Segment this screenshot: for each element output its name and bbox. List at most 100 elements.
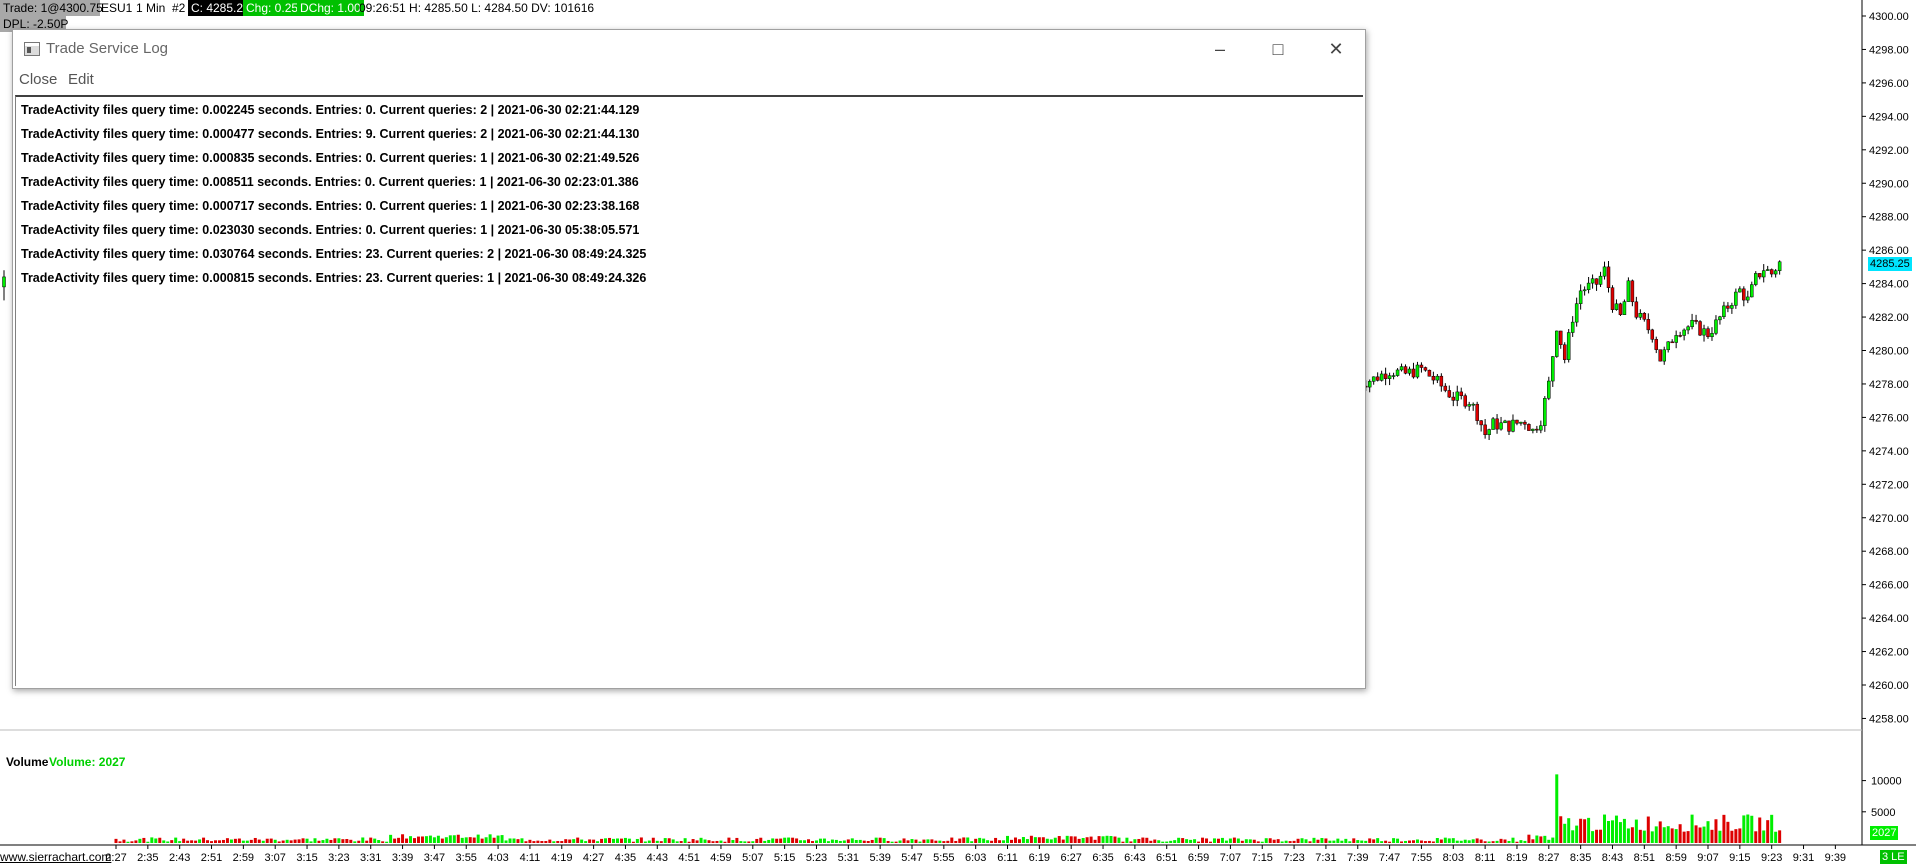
- time-tick-label: 6:19: [1029, 852, 1050, 864]
- volume-bar: [1415, 839, 1419, 843]
- volume-bar: [1352, 838, 1356, 843]
- volume-bar: [1634, 819, 1638, 843]
- current-volume-badge: 2027: [1870, 826, 1899, 840]
- volume-bar: [1013, 837, 1017, 843]
- price-tick-label: 4290.00: [1869, 178, 1909, 190]
- time-tick-label: 5:07: [742, 852, 763, 864]
- time-tick-label: 5:31: [838, 852, 859, 864]
- volume-bar: [1710, 829, 1714, 843]
- volume-value: Volume: 2027: [49, 755, 126, 769]
- volume-bar: [1471, 839, 1475, 843]
- volume-bar: [1487, 841, 1491, 843]
- time-tick-label: 3:47: [424, 852, 445, 864]
- volume-bar: [659, 841, 663, 843]
- candle-body: [1634, 301, 1639, 318]
- volume-bar: [1141, 837, 1145, 843]
- time-tick-label: 4:43: [647, 852, 668, 864]
- volume-bar: [166, 841, 170, 843]
- candle-body: [1543, 398, 1547, 426]
- menu-close[interactable]: Close: [19, 71, 57, 88]
- volume-bar: [842, 840, 846, 843]
- volume-bar: [759, 837, 763, 843]
- volume-bar: [210, 841, 214, 843]
- candle-body: [1622, 301, 1627, 315]
- volume-bar: [568, 839, 572, 843]
- volume-bar: [225, 838, 229, 843]
- volume-bar: [870, 839, 874, 843]
- time-tick-label: 4:19: [551, 852, 572, 864]
- volume-bar: [241, 840, 245, 843]
- volume-bar: [1053, 837, 1057, 843]
- candle-body: [1754, 273, 1758, 285]
- time-tick-label: 3:15: [296, 852, 317, 864]
- time-tick-label: 6:11: [997, 852, 1018, 864]
- candle-body: [1642, 313, 1647, 320]
- candle-body: [1730, 305, 1734, 309]
- volume-bar: [1766, 820, 1770, 843]
- close-window-button[interactable]: ✕: [1307, 30, 1365, 68]
- volume-bar: [178, 841, 182, 843]
- volume-bar: [1400, 841, 1404, 843]
- volume-bar: [799, 840, 803, 843]
- volume-bar: [285, 839, 289, 843]
- candle-body: [1447, 390, 1452, 398]
- candle-body: [1750, 284, 1754, 298]
- volume-bar: [1467, 840, 1471, 843]
- chart-number-label: #2: [172, 1, 186, 15]
- volume-bar: [771, 838, 775, 843]
- volume-bar: [1614, 815, 1618, 843]
- volume-bar: [803, 840, 807, 843]
- candle-body: [1371, 376, 1376, 382]
- volume-bar: [922, 839, 926, 843]
- time-tick-label: 9:31: [1793, 852, 1814, 864]
- volume-bar: [1567, 818, 1571, 843]
- volume-bar: [329, 839, 333, 843]
- volume-bar: [1762, 830, 1766, 843]
- candle-body: [1439, 375, 1444, 387]
- candle-body: [1658, 349, 1662, 362]
- volume-bar: [795, 838, 799, 843]
- menu-edit[interactable]: Edit: [68, 71, 94, 88]
- title-bar[interactable]: Trade Service Log – □ ✕: [13, 30, 1365, 68]
- candle-body: [1495, 418, 1499, 430]
- website-link[interactable]: www.sierrachart.com: [0, 850, 111, 864]
- candle-body: [1491, 418, 1495, 430]
- volume-bar: [428, 835, 432, 843]
- volume-bar: [217, 840, 221, 843]
- volume-bar: [1097, 836, 1101, 843]
- candle-body: [1662, 349, 1666, 362]
- volume-bar: [1607, 820, 1610, 843]
- volume-bar: [1551, 837, 1555, 843]
- log-line: TradeActivity files query time: 0.002245…: [21, 103, 640, 117]
- volume-bar: [1268, 838, 1272, 843]
- volume-bar: [818, 838, 822, 843]
- volume-bar: [1388, 841, 1392, 843]
- log-text-area[interactable]: TradeActivity files query time: 0.002245…: [15, 95, 1363, 686]
- volume-bar: [807, 839, 811, 843]
- volume-bar: [1216, 838, 1220, 843]
- volume-bar: [711, 841, 715, 843]
- volume-bar: [1324, 838, 1328, 843]
- minimize-button[interactable]: –: [1191, 30, 1249, 68]
- candle-body: [1419, 364, 1424, 368]
- candle-body: [1379, 373, 1384, 381]
- time-tick-label: 2:35: [137, 852, 158, 864]
- app-window-icon: [24, 42, 40, 56]
- volume-bar: [1575, 825, 1579, 843]
- volume-bar: [1372, 839, 1376, 843]
- candle-body: [1666, 341, 1670, 351]
- window-title: Trade Service Log: [46, 40, 169, 57]
- candle-body: [1726, 305, 1730, 309]
- volume-bar: [1300, 838, 1304, 843]
- time-tick-label: 6:59: [1188, 852, 1209, 864]
- maximize-button[interactable]: □: [1249, 30, 1307, 68]
- volume-bar: [206, 840, 210, 843]
- volume-bar: [1423, 841, 1427, 843]
- candle-body: [1566, 332, 1571, 360]
- volume-bar: [1459, 840, 1463, 843]
- candle-body: [1686, 326, 1690, 331]
- volume-bar: [639, 837, 643, 843]
- candle-body: [1590, 278, 1595, 284]
- candle-body: [1411, 368, 1416, 378]
- volume-bar: [182, 838, 186, 843]
